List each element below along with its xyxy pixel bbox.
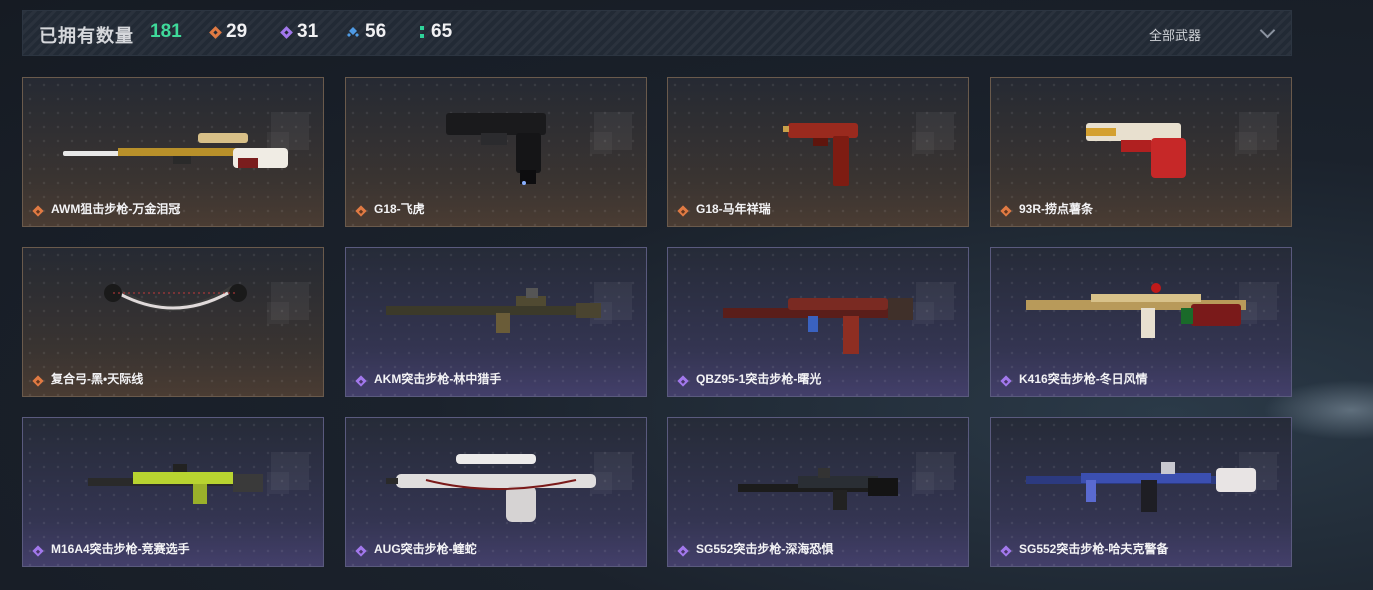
weapon-name: 复合弓-黑•天际线	[51, 372, 144, 386]
purple-rarity-icon	[677, 545, 689, 557]
weapon-card[interactable]: AKM突击步枪-林中猎手	[345, 247, 647, 397]
weapon-name: G18-马年祥瑞	[696, 202, 771, 216]
weapon-image	[88, 464, 263, 504]
purple-rarity-icon	[1000, 375, 1012, 387]
purple-rarity-icon	[355, 545, 367, 557]
orange-rarity-stat: 29	[209, 21, 248, 43]
weapon-card[interactable]: G18-飞虎	[345, 77, 647, 227]
weapon-image	[783, 123, 858, 186]
weapon-name: 93R-捞点薯条	[1019, 202, 1094, 216]
weapon-filter-label: 全部武器	[1149, 28, 1202, 43]
orange-rarity-count: 29	[226, 21, 248, 42]
blue-diamond-icon	[347, 27, 359, 37]
weapon-name: K416突击步枪-冬日风情	[1019, 372, 1148, 386]
weapon-name: M16A4突击步枪-竞赛选手	[51, 542, 190, 556]
weapon-card[interactable]: AWM狙击步枪-万金泪冠	[22, 77, 324, 227]
purple-rarity-icon	[1000, 545, 1012, 557]
weapon-image	[1026, 462, 1256, 512]
purple-diamond-icon	[280, 25, 293, 39]
purple-rarity-icon	[677, 375, 689, 387]
weapon-filter-dropdown[interactable]: 全部武器	[1149, 19, 1279, 47]
orange-diamond-icon	[209, 25, 222, 39]
weapon-card[interactable]: SG552突击步枪-哈夫克警备	[990, 417, 1292, 567]
weapon-name: AUG突击步枪-蝰蛇	[374, 542, 477, 556]
purple-rarity-count: 31	[297, 21, 319, 42]
weapon-image	[738, 468, 898, 510]
weapon-image	[446, 113, 546, 185]
weapon-image	[1086, 123, 1186, 178]
weapon-card[interactable]: G18-马年祥瑞	[667, 77, 969, 227]
weapon-card[interactable]: K416突击步枪-冬日风情	[990, 247, 1292, 397]
weapon-name: AKM突击步枪-林中猎手	[374, 372, 502, 386]
owned-count-value: 181	[150, 21, 182, 42]
weapon-image	[104, 284, 247, 311]
weapon-image	[1026, 283, 1246, 338]
weapon-card[interactable]: M16A4突击步枪-竞赛选手	[22, 417, 324, 567]
weapon-image	[723, 298, 913, 354]
weapon-name: AWM狙击步枪-万金泪冠	[51, 202, 181, 216]
orange-rarity-icon	[1000, 205, 1012, 217]
green-rarity-count: 65	[431, 21, 453, 42]
purple-rarity-icon	[32, 545, 44, 557]
purple-rarity-icon	[355, 375, 367, 387]
weapon-image	[386, 454, 596, 522]
orange-rarity-icon	[355, 205, 367, 217]
blue-rarity-stat: 56	[347, 21, 386, 43]
weapon-card[interactable]: QBZ95-1突击步枪-曙光	[667, 247, 969, 397]
weapon-image	[63, 133, 288, 168]
orange-rarity-icon	[32, 205, 44, 217]
weapon-name: G18-飞虎	[374, 202, 425, 216]
weapon-card[interactable]: SG552突击步枪-深海恐惧	[667, 417, 969, 567]
weapon-name: SG552突击步枪-哈夫克警备	[1019, 542, 1169, 556]
weapon-image	[386, 288, 601, 333]
weapon-card[interactable]: 93R-捞点薯条	[990, 77, 1292, 227]
blue-rarity-count: 56	[365, 21, 387, 42]
weapon-name: SG552突击步枪-深海恐惧	[696, 542, 834, 556]
weapon-name: QBZ95-1突击步枪-曙光	[696, 372, 822, 386]
chevron-down-icon	[1259, 22, 1276, 39]
inventory-header: 已拥有数量 181 29 31 56 65 全部武器	[22, 10, 1292, 56]
orange-rarity-icon	[677, 205, 689, 217]
owned-count-label: 已拥有数量	[39, 26, 134, 46]
weapon-card[interactable]: 复合弓-黑•天际线	[22, 247, 324, 397]
green-dots-icon	[420, 26, 424, 38]
green-rarity-stat: 65	[419, 21, 452, 43]
purple-rarity-stat: 31	[280, 21, 319, 43]
orange-rarity-icon	[32, 375, 44, 387]
weapon-card[interactable]: AUG突击步枪-蝰蛇	[345, 417, 647, 567]
